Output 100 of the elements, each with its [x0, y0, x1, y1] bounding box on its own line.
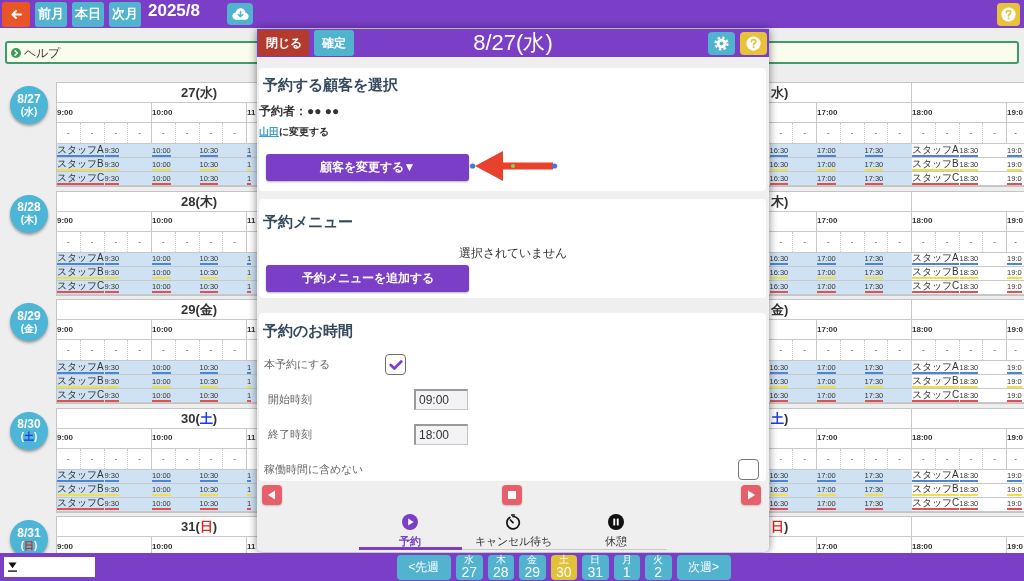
hour-label: 17:00 [817, 324, 838, 335]
staff-name: スタッフC [912, 498, 960, 510]
change-customer-text: 山田に変更する [259, 126, 329, 138]
badge-weekday: (日) [20, 539, 38, 552]
slot-cell: - [223, 231, 247, 252]
staff-name: スタッフA [912, 144, 959, 157]
badge-date: 8/30 [17, 418, 41, 431]
slot-cell-text: - [1013, 235, 1018, 248]
slot-cell: - [817, 231, 841, 252]
section-title: 予約メニュー [263, 213, 353, 231]
slot-cell: - [983, 340, 1007, 360]
hour-label: 19:0 [1007, 324, 1023, 335]
slot-cell: - [152, 231, 176, 252]
hour-label: 10:00 [152, 541, 173, 552]
slot-cell: - [864, 340, 889, 360]
slot-cell: - [959, 231, 984, 252]
slot-cell: - [817, 448, 841, 469]
staff-name: スタッフC [57, 281, 105, 293]
hour-label: 17:00 [817, 541, 838, 552]
hour-label: 9:00 [57, 433, 73, 443]
slot-cell: - [104, 231, 129, 252]
slot-cell: - [840, 123, 865, 143]
slot-cell: - [175, 340, 200, 360]
staff-name: スタッフA [57, 470, 104, 482]
slot-cell: - [80, 448, 105, 469]
slot-cell: - [983, 231, 1007, 252]
slot-cell: - [793, 231, 817, 252]
slot-cell: - [57, 231, 81, 252]
staff-name: スタッフB [912, 158, 959, 171]
badge-date: 8/28 [17, 201, 41, 214]
slot-cell: - [80, 123, 105, 143]
slot-cell: - [175, 448, 200, 469]
slot-cell: - [175, 231, 200, 252]
slot-cell: - [959, 340, 984, 360]
day-header: 金) [771, 302, 789, 317]
hour-label: 10:00 [152, 107, 173, 118]
slot-cell: - [935, 340, 960, 360]
option-label: 稼働時間に含めない [264, 463, 364, 476]
hour-label: 9:00 [57, 324, 73, 335]
badge-weekday: (木) [20, 214, 38, 226]
slot-cell: - [983, 448, 1007, 469]
slot-cell: - [959, 448, 984, 469]
slot-cell: - [152, 340, 176, 360]
slot-cell: - [199, 231, 224, 252]
staff-name: スタッフA [57, 361, 104, 374]
slot-cell: - [104, 340, 129, 360]
slot-cell: - [128, 448, 152, 469]
staff-name: スタッフB [912, 375, 959, 388]
slot-cell: - [175, 123, 200, 143]
slot-cell: - [80, 231, 105, 252]
day-header: 日) [771, 519, 789, 534]
slot-cell: - [983, 123, 1007, 143]
slot-cell: - [128, 123, 152, 143]
hour-label: 19:0 [1007, 433, 1023, 443]
slot-cell: - [912, 448, 936, 469]
day-header: 28(木) [181, 193, 218, 209]
staff-name: スタッフC [912, 281, 960, 293]
staff-name: スタッフC [57, 172, 105, 185]
slot-cell: - [57, 123, 81, 143]
slot-cell: - [888, 123, 912, 143]
dialog-title: 8/27(水) [473, 29, 553, 57]
slot-cell: - [840, 340, 865, 360]
slot-cell: - [912, 123, 936, 143]
hour-label: 11 [247, 216, 256, 226]
hour-label: 19:0 [1007, 107, 1023, 118]
slot-cell: - [817, 340, 841, 360]
slot-cell: - [793, 123, 817, 143]
hour-label: 18:00 [912, 541, 933, 552]
staff-name: スタッフB [912, 484, 959, 496]
slot-cell: - [888, 340, 912, 360]
hour-label: 9:00 [57, 107, 73, 118]
badge-weekday: (金) [20, 322, 38, 335]
slot-cell: - [223, 123, 247, 143]
slot-cell: - [793, 448, 817, 469]
hour-label: 17:00 [817, 107, 838, 118]
slot-cell: - [223, 340, 247, 360]
slot-cell: - [199, 123, 224, 143]
slot-cell: - [888, 448, 912, 469]
slot-cell: - [152, 448, 176, 469]
slot-cell: - [128, 340, 152, 360]
day-header: 水) [771, 85, 789, 100]
hour-label: 9:00 [57, 216, 73, 226]
hour-label: 11 [247, 324, 256, 335]
slot-cell-text: - [1013, 452, 1018, 465]
hour-label: 10:00 [152, 324, 173, 335]
hour-label: 10:00 [152, 216, 173, 226]
staff-name: スタッフC [912, 389, 960, 402]
slot-cell: - [817, 123, 841, 143]
day-header: 土) [771, 410, 789, 426]
slot-cell: - [104, 123, 129, 143]
staff-name: スタッフB [57, 484, 104, 496]
slot-cell: - [912, 231, 936, 252]
section-title: 予約する顧客を選択 [263, 76, 398, 94]
staff-name: スタッフC [57, 498, 105, 510]
slot-cell: - [152, 123, 176, 143]
slot-cell: - [199, 448, 224, 469]
hour-label: 11 [247, 107, 256, 118]
hour-label: 19:0 [1007, 216, 1023, 226]
staff-name: スタッフB [912, 267, 959, 279]
day-header: 30(土) [181, 410, 218, 426]
